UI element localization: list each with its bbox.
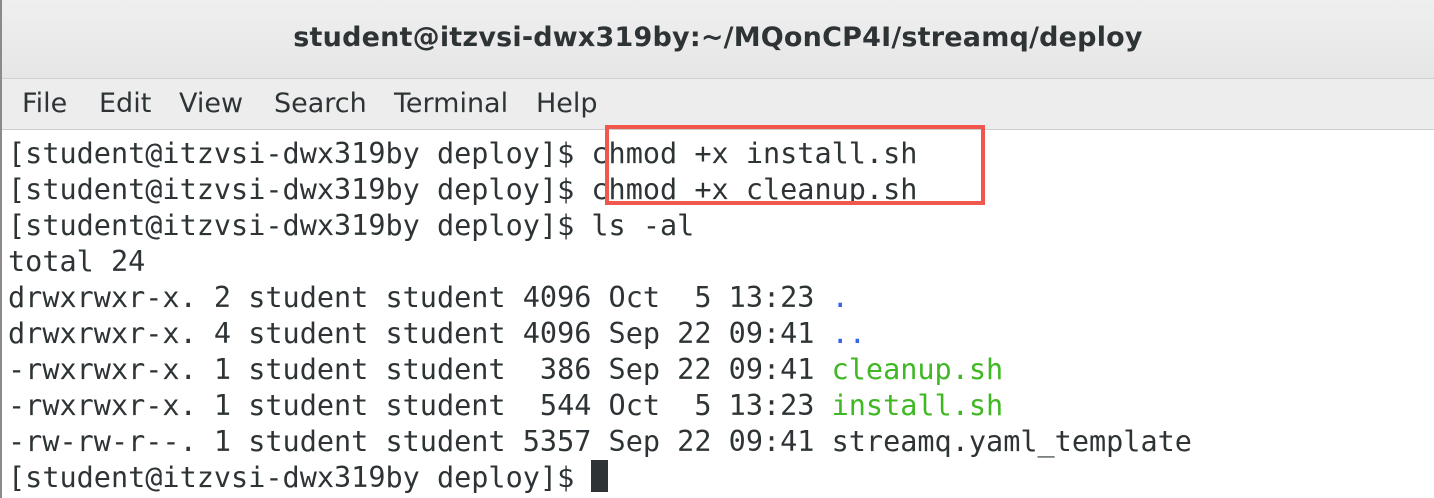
file-name-exec: cleanup.sh (831, 353, 1004, 386)
listing-row: -rw-rw-r--. 1 student student 5357 Sep 2… (8, 424, 1192, 460)
menu-terminal[interactable]: Terminal (394, 88, 508, 119)
file-meta: drwxrwxr-x. 4 student student 4096 Sep 2… (8, 317, 832, 350)
highlight-box (605, 125, 985, 205)
listing-row: -rwxrwxr-x. 1 student student 386 Sep 22… (8, 352, 1003, 388)
menu-bar: File Edit View Search Terminal Help (2, 79, 1434, 130)
file-meta: drwxrwxr-x. 2 student student 4096 Oct 5… (8, 281, 832, 314)
prompt: [student@itzvsi-dwx319by deploy]$ (8, 461, 592, 494)
menu-search[interactable]: Search (274, 88, 367, 119)
terminal-line-active[interactable]: [student@itzvsi-dwx319by deploy]$ (8, 460, 609, 496)
menu-edit[interactable]: Edit (99, 88, 151, 119)
prompt: [student@itzvsi-dwx319by deploy]$ (8, 173, 592, 206)
command: ls -al (591, 209, 695, 242)
title-bar[interactable]: student@itzvsi-dwx319by:~/MQonCP4I/strea… (2, 0, 1434, 79)
menu-help[interactable]: Help (536, 88, 598, 119)
listing-row: drwxrwxr-x. 2 student student 4096 Oct 5… (8, 280, 849, 316)
prompt: [student@itzvsi-dwx319by deploy]$ (8, 209, 592, 242)
file-name-dir: . (831, 281, 849, 314)
prompt: [student@itzvsi-dwx319by deploy]$ (8, 137, 592, 170)
listing-row: drwxrwxr-x. 4 student student 4096 Sep 2… (8, 316, 866, 352)
terminal-window: student@itzvsi-dwx319by:~/MQonCP4I/strea… (0, 0, 1434, 498)
file-meta: -rwxrwxr-x. 1 student student 386 Sep 22… (8, 353, 832, 386)
text-cursor (591, 460, 609, 492)
file-meta: -rw-rw-r--. 1 student student 5357 Sep 2… (8, 425, 832, 458)
listing-row: -rwxrwxr-x. 1 student student 544 Oct 5 … (8, 388, 1003, 424)
window-title: student@itzvsi-dwx319by:~/MQonCP4I/strea… (293, 22, 1143, 53)
file-name-exec: install.sh (831, 389, 1004, 422)
file-name: streamq.yaml_template (831, 425, 1192, 458)
file-name-dir: .. (831, 317, 866, 350)
menu-view[interactable]: View (179, 88, 243, 119)
menu-file[interactable]: File (22, 88, 67, 119)
total-line: total 24 (8, 245, 146, 278)
file-meta: -rwxrwxr-x. 1 student student 544 Oct 5 … (8, 389, 832, 422)
terminal-line: [student@itzvsi-dwx319by deploy]$ ls -al (8, 208, 694, 244)
